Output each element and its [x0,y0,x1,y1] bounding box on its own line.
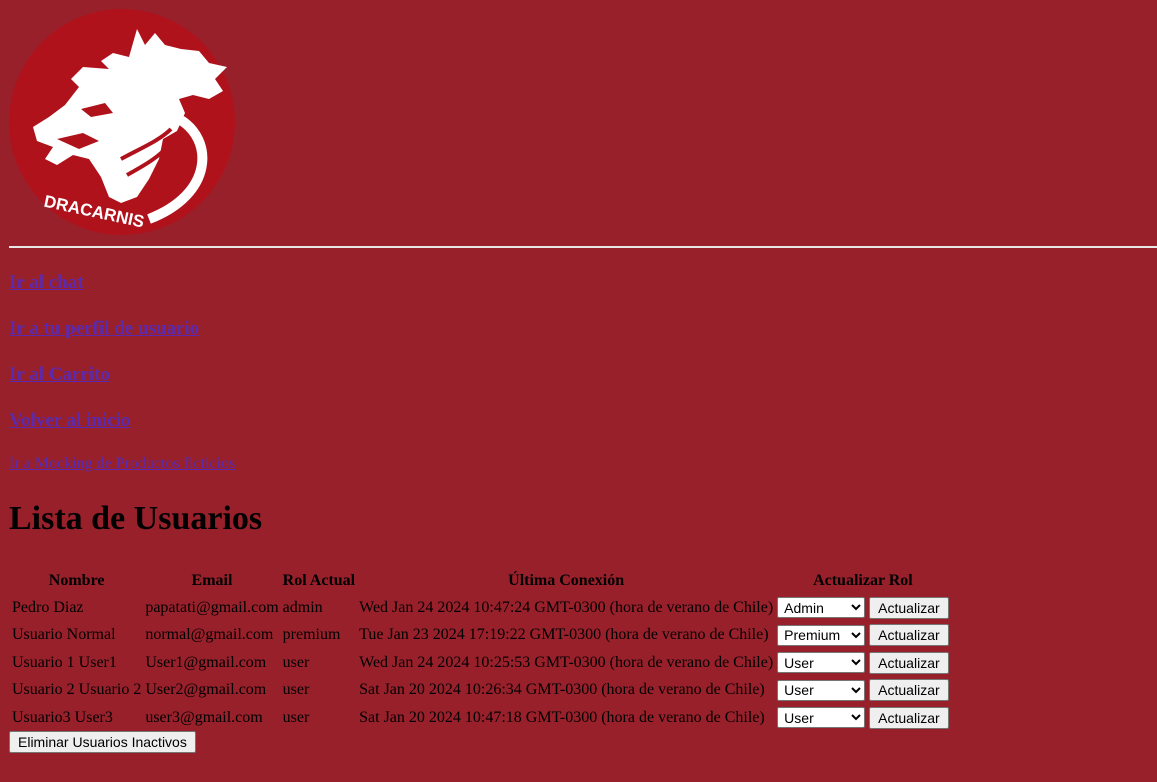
dracarnis-logo: DRACARNIS [9,9,235,235]
update-role-button[interactable]: Actualizar [869,706,949,729]
cell-last-connection: Sat Jan 20 2024 10:47:18 GMT-0300 (hora … [359,708,765,726]
header-update-role: Actualizar Rol [813,572,913,589]
cell-role-select: User [776,705,866,731]
nav-link-chat[interactable]: Ir al chat [9,272,84,294]
cell-update-button: Actualizar [868,705,949,731]
cell-name: Usuario 1 User1 [12,653,117,671]
update-role-button[interactable]: Actualizar [869,596,949,619]
delete-inactive-users-button[interactable]: Eliminar Usuarios Inactivos [9,731,196,753]
role-select[interactable]: Admin [777,597,866,619]
update-role-button[interactable]: Actualizar [869,624,949,647]
cell-update-button: Actualizar [868,595,949,621]
table-row: Usuario 2 Usuario 2 User2@gmail.com user Sa… [11,678,950,704]
cell-update-button: Actualizar [868,623,949,649]
cell-email: user3@gmail.com [145,708,263,726]
cell-role: premium [282,626,341,644]
page-title: Lista de Usuarios [9,500,263,537]
cell-email: papatati@gmail.com [145,598,279,616]
table-row: Usuario Normal normal@gmail.com premium Tue… [11,623,950,649]
nav-link-home[interactable]: Volver al inicio [9,410,130,432]
cell-last-connection: Tue Jan 23 2024 17:19:22 GMT-0300 (hora … [359,626,769,644]
cell-email: normal@gmail.com [145,626,274,644]
cell-name: Usuario Normal [12,626,116,644]
cell-name: Pedro Diaz [12,598,84,616]
cell-update-button: Actualizar [868,650,949,676]
table-row: Usuario3 User3 user3@gmail.com user Sat Jan… [11,705,950,731]
header-last-connection: Última Conexión [508,572,625,589]
cell-role: user [282,653,310,671]
cell-role-select: Premium [776,623,866,649]
cell-update-button: Actualizar [868,678,949,704]
update-role-button[interactable]: Actualizar [869,679,949,702]
cell-role-select: Admin [776,595,866,621]
cell-role-select: User [776,650,866,676]
header-name: Nombre [48,572,105,589]
cell-role: user [282,681,310,699]
cell-role: user [282,708,310,726]
cell-last-connection: Wed Jan 24 2024 10:25:53 GMT-0300 (hora … [359,653,774,671]
update-role-button[interactable]: Actualizar [869,651,949,674]
table-header-row: Nombre Email Rol Actual Última Conexión … [11,569,950,593]
role-select[interactable]: User [777,679,866,701]
cell-name: Usuario 2 Usuario 2 [12,681,142,699]
cell-last-connection: Sat Jan 20 2024 10:26:34 GMT-0300 (hora … [359,681,765,699]
role-select[interactable]: Premium [777,624,866,646]
role-select[interactable]: User [777,652,866,674]
cell-email: User2@gmail.com [145,681,267,699]
role-select[interactable]: User [777,707,866,729]
cell-email: User1@gmail.com [145,653,267,671]
cell-role: admin [282,598,323,616]
table-row: Pedro Diaz papatati@gmail.com admin Wed Jan… [11,595,950,621]
nav-link-profile[interactable]: Ir a tu perfil de usuario [9,318,199,340]
dragon-logo-icon: DRACARNIS [9,9,235,235]
nav-link-cart[interactable]: Ir al Carrito [9,364,110,386]
cell-last-connection: Wed Jan 24 2024 10:47:24 GMT-0300 (hora … [359,598,774,616]
users-table: Nombre Email Rol Actual Última Conexión … [9,567,952,733]
header-role: Rol Actual [282,572,356,589]
cell-role-select: User [776,678,866,704]
nav-link-mocking[interactable]: Ir a Mocking de Productos ficticios [9,455,235,473]
header-divider [9,246,1157,248]
table-row: Usuario 1 User1 User1@gmail.com user Wed Ja… [11,650,950,676]
cell-name: Usuario3 User3 [12,708,113,726]
header-email: Email [191,572,233,589]
